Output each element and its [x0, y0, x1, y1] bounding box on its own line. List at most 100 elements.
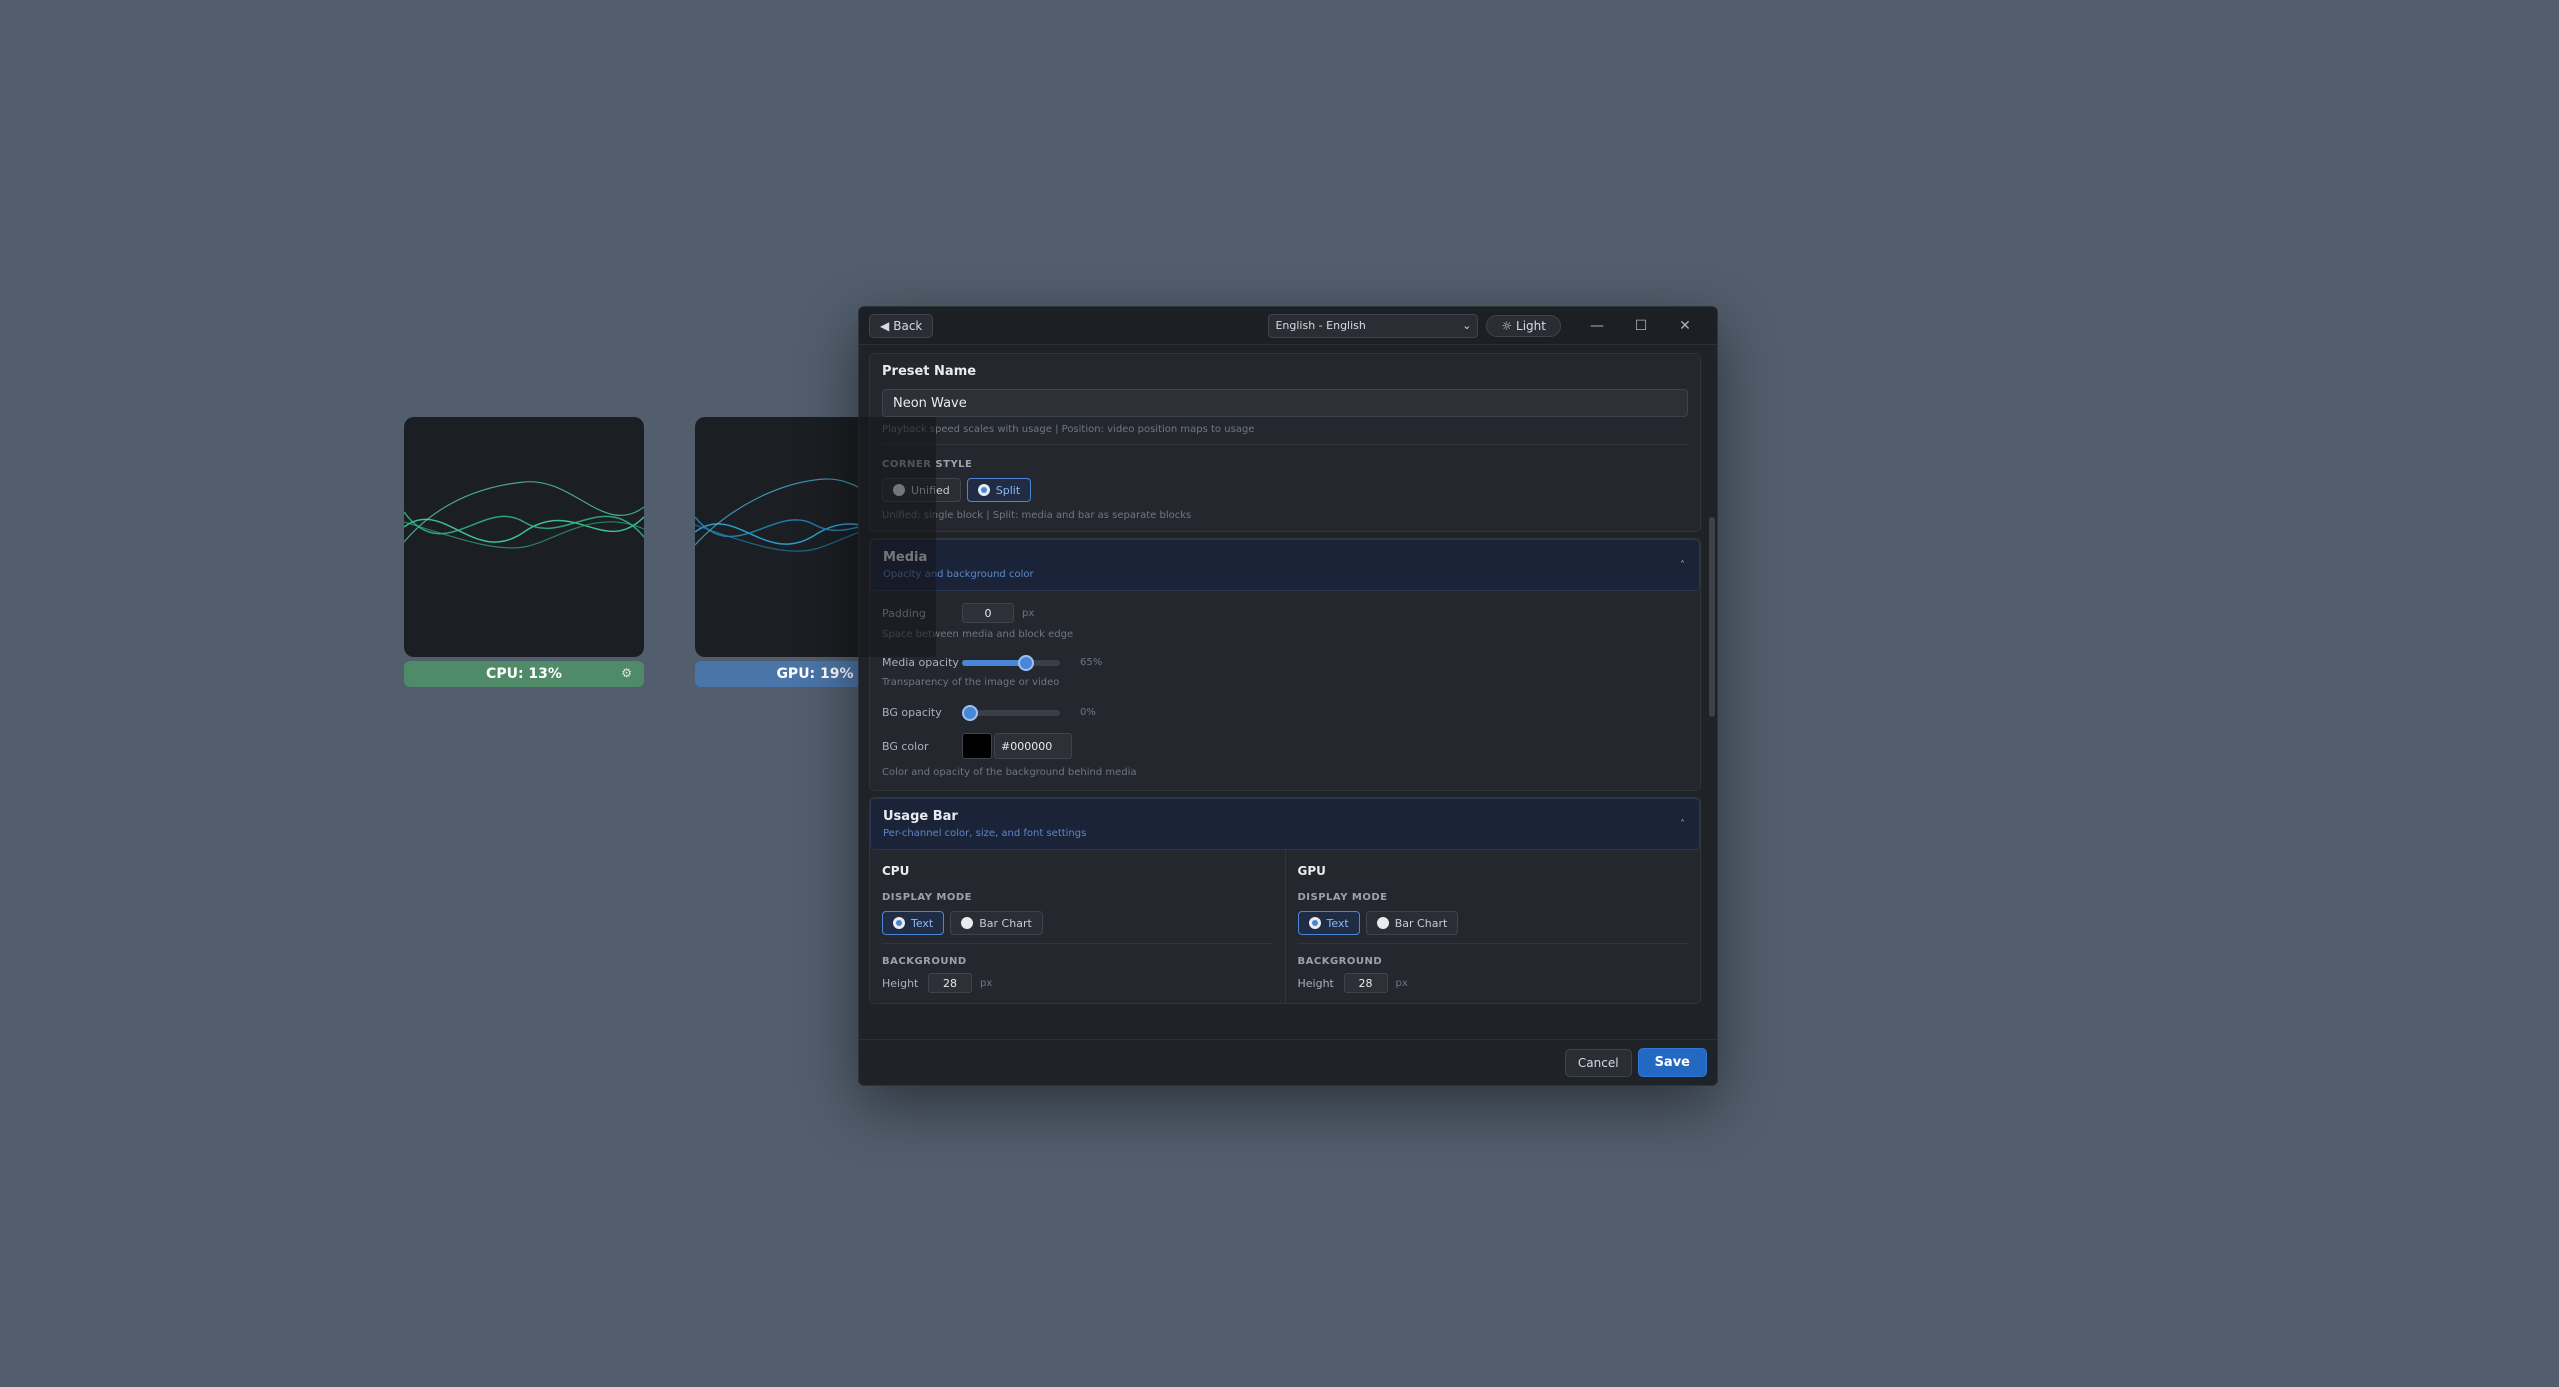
media-subtitle: Opacity and background color [883, 569, 1034, 580]
maximize-icon[interactable]: ☐ [1619, 318, 1663, 334]
bg-opacity-value: 0% [1080, 707, 1096, 718]
cpu-channel-title: CPU [882, 864, 910, 878]
language-select-value: English - English [1275, 319, 1366, 332]
bg-opacity-slider-handle[interactable] [961, 704, 978, 721]
media-opacity-slider-fill [962, 659, 1026, 666]
gpu-display-mode-text[interactable]: Text [1297, 911, 1360, 935]
cpu-display-mode-bar-chart-label: Bar Chart [979, 916, 1032, 930]
gpu-height-row: Height 28 px [1298, 973, 1689, 993]
corner-style-label: CORNER STYLE [882, 459, 973, 470]
cpu-usage-bar: CPU: 13% ⚙ [404, 661, 644, 687]
radio-icon [893, 484, 905, 496]
corner-style-hint: Unified: single block | Split: media and… [882, 510, 1192, 521]
usage-bar-section-header[interactable]: Usage Bar Per-channel color, size, and f… [870, 798, 1700, 850]
cpu-height-input[interactable]: 28 [928, 973, 972, 993]
titlebar: ◀ Back English - English ⌄ ☼ Light — ☐ ✕ [859, 307, 1717, 345]
cpu-usage-label: CPU: 13% [486, 666, 562, 682]
cpu-display-mode-label: DISPLAY MODE [882, 892, 973, 903]
gpu-channel-column: GPU DISPLAY MODE Text Bar Chart BACKGROU… [1284, 850, 1701, 1003]
radio-icon [961, 917, 974, 929]
corner-style-options: Unified Split [882, 478, 1688, 502]
minimize-icon[interactable]: — [1575, 318, 1619, 334]
save-button[interactable]: Save [1637, 1048, 1707, 1077]
cpu-channel-column: CPU DISPLAY MODE Text Bar Chart BACKGROU… [870, 850, 1285, 1003]
bg-color-label: BG color [882, 739, 929, 753]
cpu-display-mode-bar-chart[interactable]: Bar Chart [950, 911, 1043, 935]
padding-hint: Space between media and block edge [882, 629, 1074, 640]
padding-unit: px [1022, 607, 1035, 619]
preset-name-input[interactable]: Neon Wave [882, 389, 1688, 417]
gpu-height-unit: px [1395, 977, 1408, 989]
gpu-display-mode-options: Text Bar Chart [1297, 911, 1689, 935]
close-icon[interactable]: ✕ [1663, 318, 1707, 334]
media-opacity-label: Media opacity [882, 656, 959, 669]
divider [882, 444, 1688, 445]
gpu-usage-label: GPU: 19% [776, 666, 854, 682]
cpu-display-mode-options: Text Bar Chart [882, 911, 1273, 935]
radio-selected-icon [1308, 917, 1321, 929]
bg-color-hint: Color and opacity of the background behi… [882, 767, 1137, 778]
playback-hint: Playback speed scales with usage | Posit… [882, 424, 1255, 434]
media-opacity-row: Media opacity 65% [882, 654, 1688, 671]
chevron-up-icon: ˄ [1680, 560, 1685, 571]
cpu-display-mode-text-label: Text [911, 916, 934, 930]
bg-color-row: BG color #000000 [882, 733, 1688, 759]
media-opacity-hint: Transparency of the image or video [882, 677, 1060, 688]
gpu-display-mode-bar-chart[interactable]: Bar Chart [1365, 911, 1459, 935]
bg-color-input[interactable]: #000000 [994, 733, 1072, 759]
radio-selected-icon [893, 917, 905, 929]
scrollbar[interactable] [1709, 517, 1715, 717]
gpu-background-label: BACKGROUND [1297, 956, 1383, 967]
media-opacity-slider-handle[interactable] [1017, 654, 1034, 671]
gpu-height-input[interactable]: 28 [1343, 973, 1388, 993]
layout-card: Playback speed scales with usage | Posit… [869, 424, 1701, 532]
cpu-wave-graphic [404, 481, 644, 549]
back-button-label: Back [893, 318, 923, 333]
cpu-display-mode-text[interactable]: Text [882, 911, 945, 935]
gear-icon[interactable]: ⚙ [621, 666, 632, 680]
cpu-widget-media [404, 417, 644, 657]
corner-style-unified[interactable]: Unified [882, 478, 961, 502]
usage-bar-card: Usage Bar Per-channel color, size, and f… [869, 797, 1701, 1004]
dialog-content: Preset Name Neon Wave Playback speed sca… [859, 345, 1717, 1039]
preset-name-card: Preset Name Neon Wave [869, 353, 1701, 428]
radio-selected-icon [977, 484, 990, 496]
gpu-display-mode-bar-chart-label: Bar Chart [1394, 916, 1448, 930]
cpu-height-label: Height [882, 976, 919, 990]
cpu-height-row: Height 28 px [882, 973, 1273, 993]
bg-opacity-row: BG opacity 0% [882, 704, 1688, 721]
cancel-button[interactable]: Cancel [1564, 1048, 1632, 1077]
chevron-up-icon: ˄ [1680, 819, 1685, 830]
usage-bar-channels: CPU DISPLAY MODE Text Bar Chart BACKGROU… [870, 850, 1700, 1003]
padding-input[interactable]: 0 [962, 603, 1014, 623]
divider [1297, 943, 1688, 944]
corner-style-unified-label: Unified [911, 483, 950, 497]
padding-row: Padding 0 px [882, 603, 1688, 623]
dialog-footer: Cancel Save [859, 1039, 1717, 1085]
cpu-height-unit: px [980, 977, 993, 989]
cpu-widget[interactable]: CPU: 13% ⚙ [404, 417, 644, 687]
media-opacity-value: 65% [1080, 657, 1103, 668]
back-button[interactable]: ◀ Back [869, 313, 934, 338]
media-card: Media Opacity and background color ˄ Pad… [869, 538, 1701, 791]
cpu-background-label: BACKGROUND [882, 956, 967, 967]
gpu-height-label: Height [1297, 976, 1334, 990]
bg-color-swatch[interactable] [962, 733, 992, 759]
media-section-header[interactable]: Media Opacity and background color ˄ [870, 539, 1700, 591]
media-title: Media [883, 550, 928, 565]
corner-style-split-label: Split [995, 483, 1021, 497]
gpu-channel-title: GPU [1297, 864, 1326, 878]
media-body: Padding 0 px Space between media and blo… [870, 591, 1700, 790]
media-opacity-slider[interactable] [962, 654, 1060, 671]
gpu-display-mode-text-label: Text [1326, 916, 1349, 930]
bg-opacity-slider[interactable] [961, 704, 1060, 721]
theme-toggle-button[interactable]: ☼ Light [1486, 314, 1561, 337]
preset-editor-dialog: ◀ Back English - English ⌄ ☼ Light — ☐ ✕… [858, 306, 1718, 1086]
preset-name-title: Preset Name [882, 364, 977, 379]
language-select[interactable]: English - English ⌄ [1268, 313, 1479, 338]
usage-bar-subtitle: Per-channel color, size, and font settin… [883, 828, 1087, 839]
back-arrow-icon: ◀ [880, 318, 890, 333]
divider [882, 943, 1273, 944]
bg-opacity-label: BG opacity [882, 706, 942, 719]
corner-style-split[interactable]: Split [966, 478, 1032, 502]
